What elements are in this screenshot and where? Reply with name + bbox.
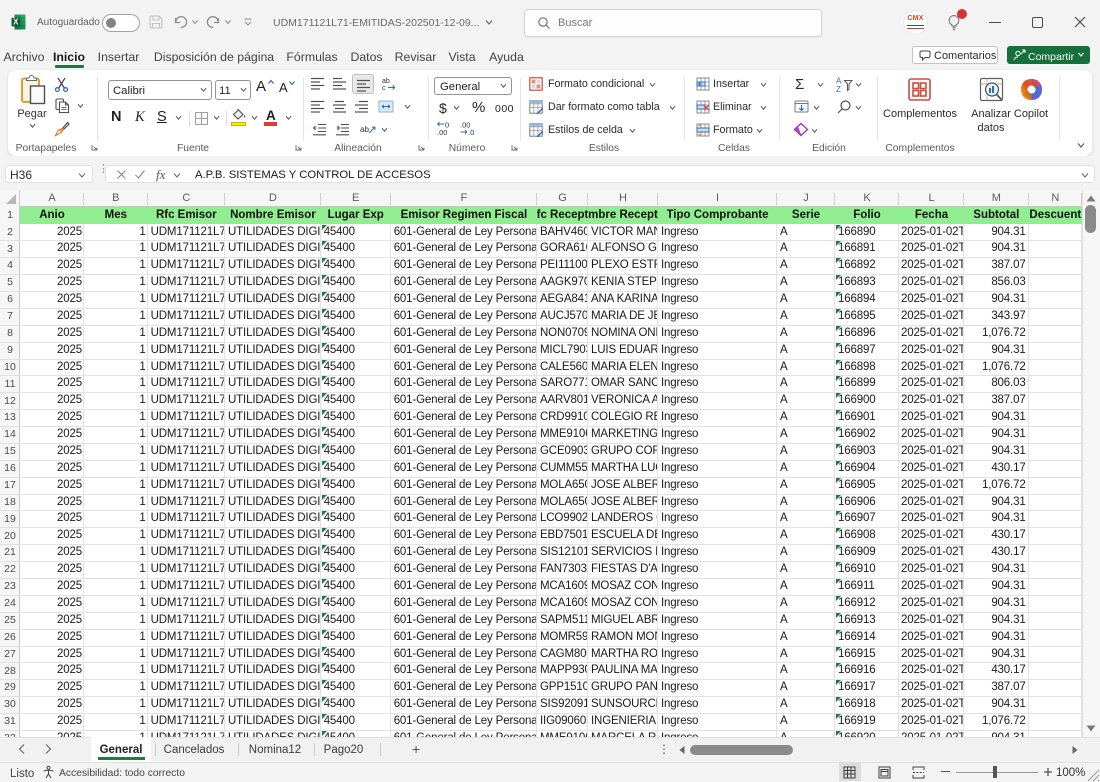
svg-text:Z: Z: [836, 85, 841, 92]
svg-text:ab: ab: [360, 125, 369, 134]
svg-text:c: c: [382, 85, 386, 91]
svg-text:.00: .00: [437, 128, 447, 136]
svg-text:X: X: [13, 18, 19, 27]
svg-text:.0: .0: [468, 128, 474, 136]
svg-text:ab: ab: [382, 78, 390, 85]
